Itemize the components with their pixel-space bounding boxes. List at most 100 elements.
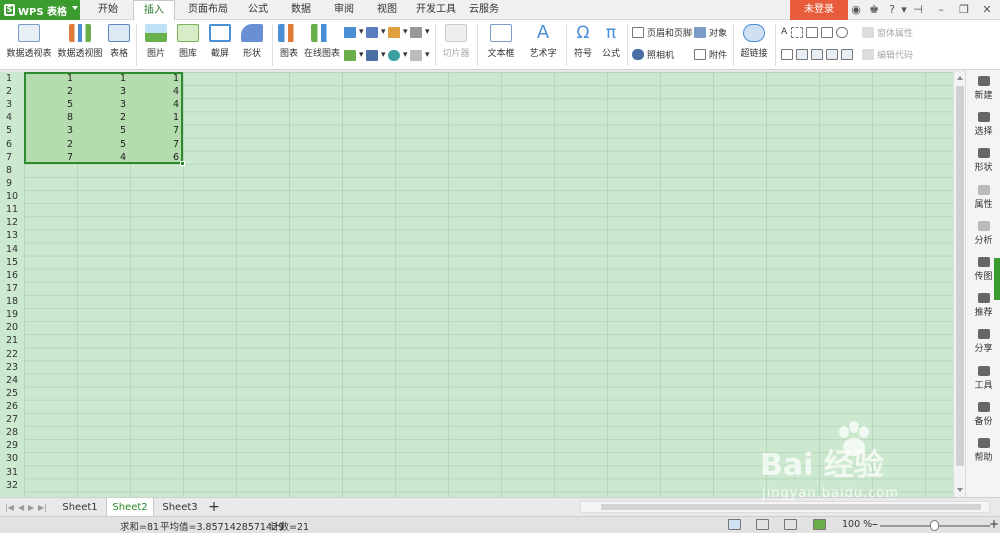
cell[interactable]: 3 — [77, 85, 130, 98]
normal-view-icon[interactable] — [728, 519, 741, 530]
zoom-level[interactable]: 100 % — [842, 519, 872, 530]
online-chart-button[interactable]: 在线图表 — [303, 20, 341, 59]
scatter-chart-dropdown[interactable]: ▾ — [410, 47, 430, 63]
side-panel-new[interactable]: 新建 — [966, 76, 1000, 101]
vertical-scroll-thumb[interactable] — [956, 86, 964, 466]
tab-data[interactable]: 数据 — [281, 0, 321, 20]
pivot-chart-button[interactable]: 数据透视图 — [56, 20, 104, 59]
row-header[interactable]: 22 — [0, 348, 24, 361]
checkbox-control-icon[interactable] — [821, 26, 834, 38]
row-header[interactable]: 30 — [0, 452, 24, 465]
row-header[interactable]: 16 — [0, 269, 24, 282]
scrollbar-control-icon[interactable] — [826, 48, 838, 60]
reading-layout-icon[interactable] — [784, 519, 797, 530]
row-header[interactable]: 19 — [0, 308, 24, 321]
cell[interactable]: 1 — [130, 72, 183, 85]
hyperlink-button[interactable]: 超链接 — [737, 20, 771, 59]
sheet-tab-2[interactable]: Sheet2 — [106, 498, 154, 517]
cell[interactable]: 7 — [130, 138, 183, 151]
row-header[interactable]: 20 — [0, 321, 24, 334]
table-button[interactable]: 表格 — [106, 20, 132, 59]
shirt-icon[interactable]: ♚ — [866, 3, 882, 17]
side-panel-analysis[interactable]: 分析 — [966, 220, 1000, 246]
row-header[interactable]: 4 — [0, 111, 24, 124]
screenshot-button[interactable]: 截屏 — [205, 20, 235, 59]
row-header[interactable]: 7 — [0, 151, 24, 164]
row-header[interactable]: 10 — [0, 190, 24, 203]
add-sheet-icon[interactable]: + — [205, 498, 223, 517]
minimize-icon[interactable]: – — [935, 3, 947, 17]
pivot-table-button[interactable]: 数据透视表 — [6, 20, 52, 59]
bar-chart-dropdown[interactable]: ▾ — [366, 24, 386, 40]
row-header[interactable]: 6 — [0, 138, 24, 151]
cell[interactable]: 2 — [77, 111, 130, 124]
zoom-in-icon[interactable]: + — [989, 517, 999, 531]
cell[interactable]: 7 — [130, 124, 183, 137]
close-icon[interactable]: ✕ — [981, 3, 993, 17]
side-panel-select[interactable]: 选择 — [966, 112, 1000, 137]
tab-page-layout[interactable]: 页面布局 — [180, 0, 236, 20]
cell[interactable]: 3 — [77, 98, 130, 111]
cell[interactable]: 5 — [77, 138, 130, 151]
row-header[interactable]: 2 — [0, 85, 24, 98]
tab-view[interactable]: 视图 — [367, 0, 407, 20]
label-control-icon[interactable]: A — [781, 27, 787, 37]
chart-button[interactable]: 图表 — [277, 20, 301, 59]
first-sheet-icon[interactable]: |◀ — [5, 503, 14, 512]
cell[interactable]: 2 — [24, 138, 77, 151]
frame-control-icon[interactable] — [791, 26, 804, 38]
app-menu-button[interactable]: S WPS 表格 — [0, 0, 80, 20]
form-properties-button[interactable]: 窗体属性 — [862, 24, 913, 40]
row-header[interactable]: 15 — [0, 256, 24, 269]
help-icon[interactable]: ? — [885, 3, 899, 17]
cell[interactable]: 1 — [77, 72, 130, 85]
cell[interactable]: 1 — [130, 111, 183, 124]
picture-button[interactable]: 图片 — [141, 20, 171, 59]
side-panel-share[interactable]: 分享 — [966, 329, 1000, 354]
cell[interactable]: 4 — [130, 98, 183, 111]
listbox-control-icon[interactable] — [796, 48, 808, 60]
page-break-view-icon[interactable] — [756, 519, 769, 530]
eye-protection-icon[interactable] — [813, 519, 826, 530]
row-header[interactable]: 26 — [0, 400, 24, 413]
zoom-slider-handle[interactable] — [930, 520, 939, 531]
tab-formulas[interactable]: 公式 — [238, 0, 278, 20]
row-header[interactable]: 9 — [0, 177, 24, 190]
row-header[interactable]: 13 — [0, 229, 24, 242]
next-sheet-icon[interactable]: ▶ — [28, 503, 34, 512]
pie-chart-dropdown[interactable]: ▾ — [388, 47, 408, 63]
row-header[interactable]: 32 — [0, 479, 24, 492]
skin-icon[interactable]: ◉ — [850, 3, 862, 17]
cell[interactable]: 7 — [24, 151, 77, 164]
stock-chart-dropdown[interactable]: ▾ — [366, 47, 386, 63]
row-header[interactable]: 17 — [0, 282, 24, 295]
row-header[interactable]: 24 — [0, 374, 24, 387]
login-button[interactable]: 未登录 — [790, 0, 848, 20]
column-chart-dropdown[interactable]: ▾ — [344, 24, 364, 40]
row-header[interactable]: 5 — [0, 124, 24, 137]
radio-control-icon[interactable] — [836, 26, 849, 38]
row-header[interactable]: 8 — [0, 164, 24, 177]
side-panel-properties[interactable]: 属性 — [966, 184, 1000, 210]
side-panel-backup[interactable]: 备份 — [966, 401, 1000, 427]
textbox-button[interactable]: 文本框 — [482, 20, 520, 59]
gallery-button[interactable]: 图库 — [173, 20, 203, 59]
row-header[interactable]: 1 — [0, 72, 24, 85]
symbol-button[interactable]: Ω 符号 — [570, 20, 596, 59]
row-header[interactable]: 12 — [0, 216, 24, 229]
tab-developer[interactable]: 开发工具 — [410, 0, 462, 20]
formula-button[interactable]: π 公式 — [599, 20, 623, 59]
cell[interactable]: 2 — [24, 85, 77, 98]
pin-icon[interactable]: ⊣ — [912, 3, 924, 17]
sheet-tab-3[interactable]: Sheet3 — [157, 498, 203, 517]
object-button[interactable]: 对象 — [694, 24, 727, 40]
side-panel-toggle[interactable] — [994, 258, 1000, 300]
row-header[interactable]: 14 — [0, 243, 24, 256]
restore-icon[interactable]: ❐ — [958, 3, 970, 17]
row-header[interactable]: 23 — [0, 361, 24, 374]
tab-insert[interactable]: 插入 — [133, 0, 175, 21]
spinner-control-icon[interactable] — [841, 48, 853, 60]
radar-chart-dropdown[interactable]: ▾ — [410, 24, 430, 40]
edit-code-button[interactable]: 编辑代码 — [862, 46, 913, 62]
attachment-button[interactable]: 附件 — [694, 46, 727, 62]
